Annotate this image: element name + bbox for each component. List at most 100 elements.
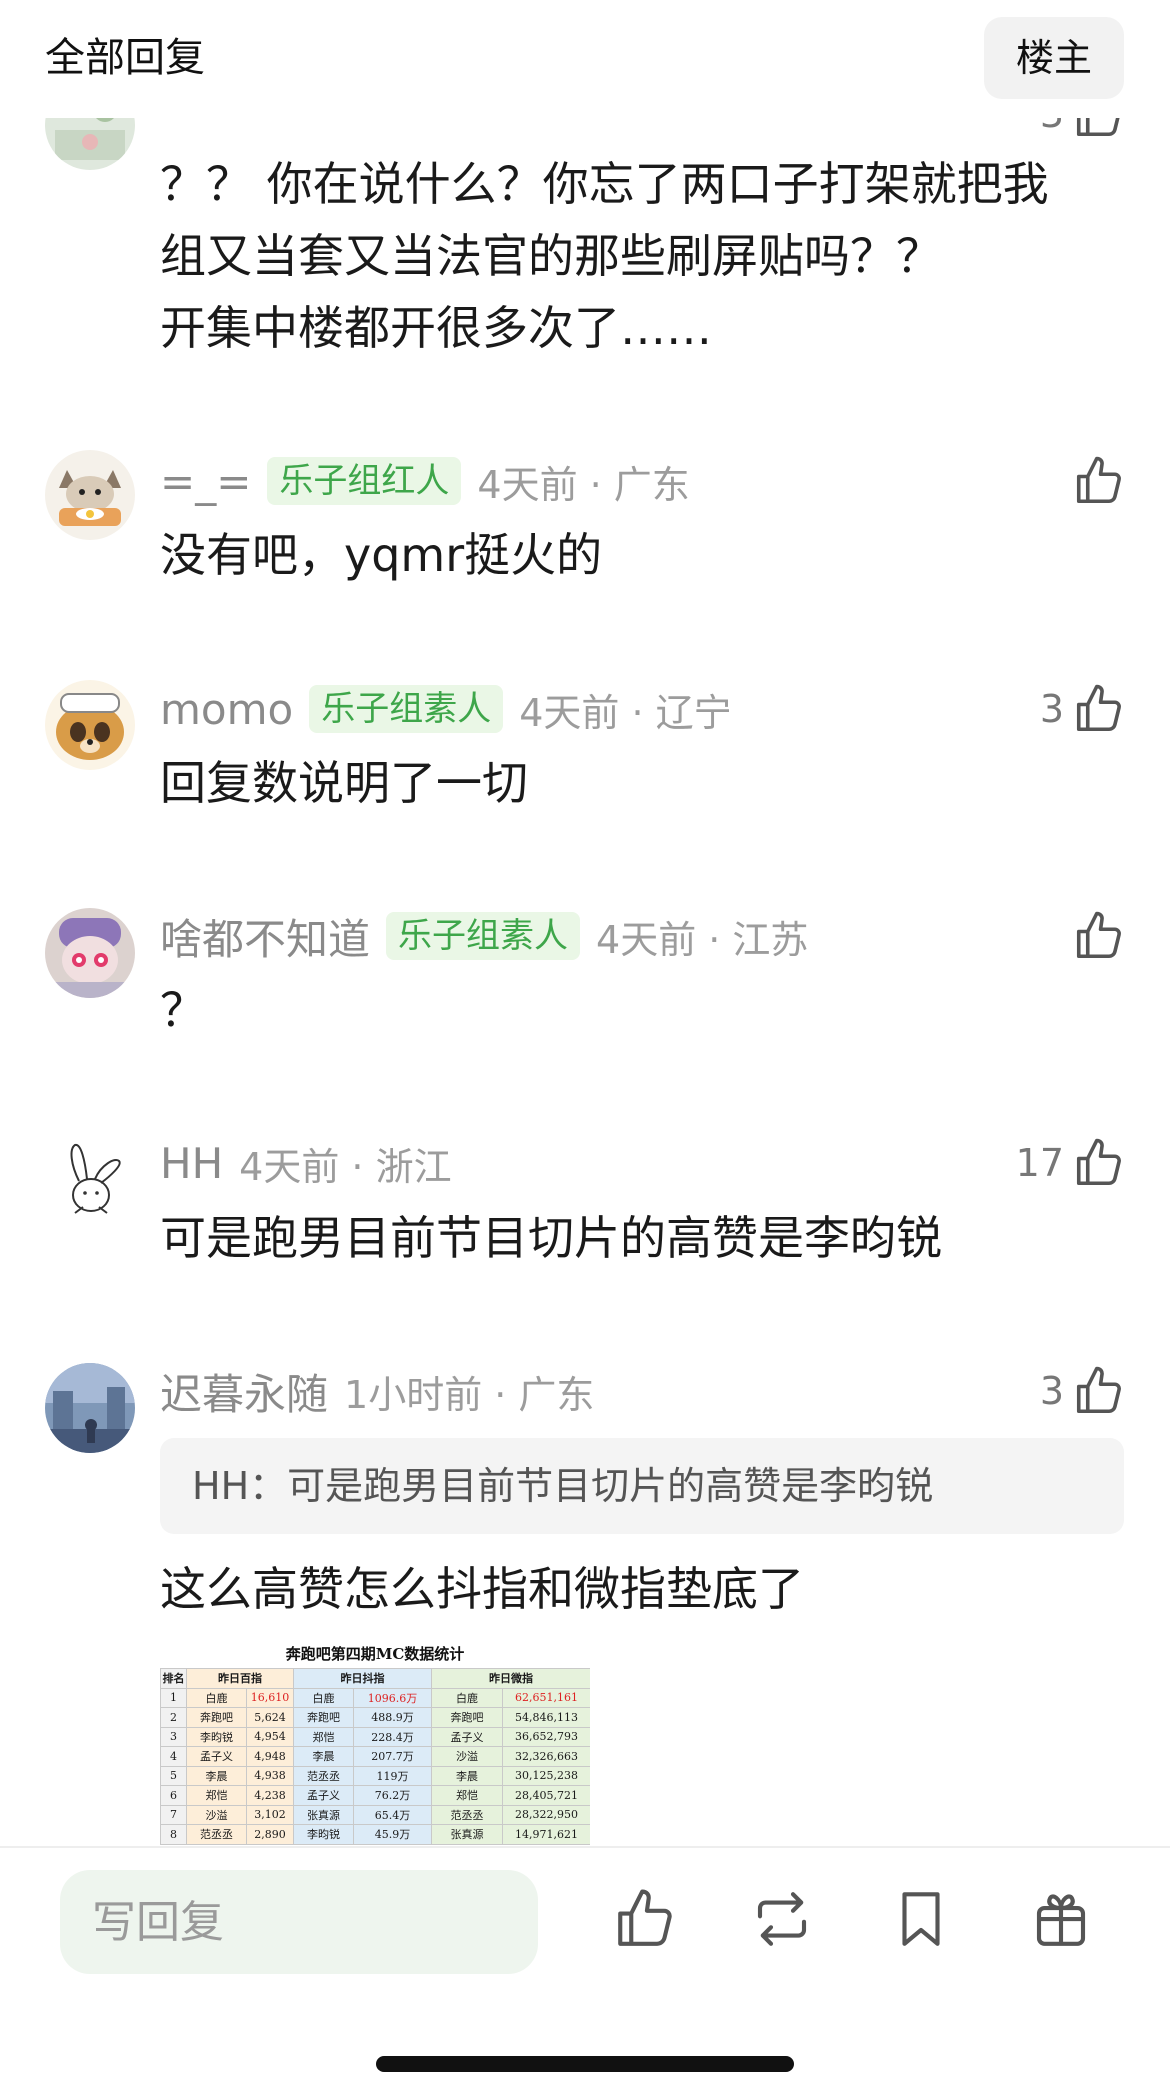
like-count: 3 <box>1039 1369 1064 1413</box>
table-cell: 李昀锐 <box>186 1726 247 1747</box>
table-cell: 李昀锐 <box>293 1824 354 1845</box>
like-area[interactable] <box>1064 908 1126 964</box>
comment-meta: =_= 乐子组红人 4天前 · 广东 <box>160 453 690 509</box>
page-title: 全部回复 <box>45 35 205 81</box>
owner-filter-button[interactable]: 楼主 <box>984 17 1124 99</box>
like-count: 3 <box>1039 687 1064 731</box>
table-cell: 3,102 <box>246 1804 294 1825</box>
table-cell: 45.9万 <box>353 1824 432 1845</box>
thumbs-up-icon[interactable] <box>1072 1364 1126 1418</box>
table-cell: 4,954 <box>246 1726 294 1747</box>
table-cell: 张真源 <box>293 1804 354 1825</box>
comment-meta: momo 乐子组素人 4天前 · 辽宁 <box>160 681 732 737</box>
username[interactable]: 啥都不知道 <box>160 906 370 967</box>
table-cell: 范丞丞 <box>431 1804 503 1825</box>
bottom-action-bar <box>0 1848 1170 2099</box>
table-row: 8 范丞丞 2,890 李昀锐 45.9万 张真源 14,971,621 <box>160 1824 590 1845</box>
image-title: 奔跑吧第四期MC数据统计 <box>285 1645 465 1663</box>
table-cell: 沙溢 <box>431 1746 503 1767</box>
comment-list: 3 ？？ 你在说什么？你忘了两口子打架就把我 组又当套又当法官的那些刷屏贴吗？？… <box>0 0 1170 1846</box>
table-cell: 范丞丞 <box>293 1765 354 1786</box>
table-cell: 228.4万 <box>353 1726 432 1747</box>
comment-text: 可是跑男目前节目切片的高赞是李昀锐 <box>160 1211 942 1265</box>
username[interactable]: HH <box>160 1139 223 1188</box>
like-icon[interactable] <box>612 1886 678 1952</box>
thumbs-up-icon[interactable] <box>1072 1136 1126 1190</box>
reply-input[interactable] <box>60 1870 538 1974</box>
table-row: 5 李晨 4,938 范丞丞 119万 李晨 30,125,238 <box>160 1765 590 1786</box>
table-cell: 3 <box>160 1726 187 1747</box>
username[interactable]: momo <box>160 685 293 734</box>
table-header: 昨日微指 <box>431 1668 590 1689</box>
avatar[interactable] <box>45 680 135 770</box>
comment-text: ？ <box>160 983 206 1037</box>
table-header: 排名 <box>160 1668 187 1689</box>
table-cell: 207.7万 <box>353 1746 432 1767</box>
stats-table: 排名 昨日百指 昨日抖指 昨日微指 1 白鹿 16,610 白鹿 1096.6万 白鹿 62… <box>160 1668 590 1845</box>
table-cell: 沙溢 <box>186 1804 247 1825</box>
table-cell: 54,846,113 <box>502 1707 590 1728</box>
table-cell: 4,238 <box>246 1785 294 1806</box>
table-cell: 2,890 <box>246 1824 294 1845</box>
time-location: 4天前 · 江苏 <box>596 917 809 962</box>
table-cell: 5 <box>160 1765 187 1786</box>
table-cell: 62,651,161 <box>502 1687 590 1708</box>
home-indicator[interactable] <box>376 2056 794 2072</box>
user-badge: 乐子组素人 <box>309 685 504 733</box>
user-badge: 乐子组素人 <box>386 912 581 960</box>
table-cell: 28,322,950 <box>502 1804 590 1825</box>
comment-meta: HH 4天前 · 浙江 <box>160 1135 452 1191</box>
table-cell: 32,326,663 <box>502 1746 590 1767</box>
table-cell: 30,125,238 <box>502 1765 590 1786</box>
comment-text-line: 开集中楼都开很多次了…… <box>160 301 712 355</box>
table-cell: 4,938 <box>246 1765 294 1786</box>
table-cell: 36,652,793 <box>502 1726 590 1747</box>
table-header: 昨日百指 <box>186 1668 294 1689</box>
avatar[interactable] <box>45 1135 135 1225</box>
table-cell: 14,971,621 <box>502 1824 590 1845</box>
table-cell: 4,948 <box>246 1746 294 1767</box>
time-location: 1小时前 · 广东 <box>344 1372 595 1417</box>
table-cell: 孟子义 <box>186 1746 247 1767</box>
table-cell: 李晨 <box>431 1765 503 1786</box>
time-location: 4天前 · 广东 <box>477 462 690 507</box>
comment-text: 这么高赞怎么抖指和微指垫底了 <box>160 1562 804 1616</box>
table-cell: 8 <box>160 1824 187 1845</box>
username[interactable]: =_= <box>160 457 251 506</box>
like-area[interactable] <box>1064 453 1126 509</box>
table-cell: 奔跑吧 <box>293 1707 354 1728</box>
time-location: 4天前 · 浙江 <box>239 1144 452 1189</box>
avatar[interactable] <box>45 908 135 998</box>
like-area[interactable]: 17 <box>1016 1135 1126 1191</box>
table-cell: 郑恺 <box>293 1726 354 1747</box>
table-row: 6 郑恺 4,238 孟子义 76.2万 郑恺 28,405,721 <box>160 1785 590 1806</box>
comment-text-line: 组又当套又当法官的那些刷屏贴吗？？ <box>160 229 942 283</box>
comment-text: 没有吧，yqmr挺火的 <box>160 528 603 582</box>
like-area[interactable]: 3 <box>1040 681 1126 737</box>
bookmark-icon[interactable] <box>888 1886 954 1952</box>
table-cell: 65.4万 <box>353 1804 432 1825</box>
table-cell: 郑恺 <box>186 1785 247 1806</box>
thumbs-up-icon[interactable] <box>1072 682 1126 736</box>
username[interactable]: 迟暮永随 <box>160 1361 328 1422</box>
table-cell: 1 <box>160 1687 187 1708</box>
avatar[interactable] <box>45 1363 135 1453</box>
avatar[interactable] <box>45 450 135 540</box>
table-cell: 李晨 <box>186 1765 247 1786</box>
like-count: 17 <box>1015 1141 1064 1185</box>
repost-icon[interactable] <box>749 1886 815 1952</box>
table-cell: 7 <box>160 1804 187 1825</box>
table-cell: 奔跑吧 <box>186 1707 247 1728</box>
thumbs-up-icon[interactable] <box>1072 909 1126 963</box>
gift-icon[interactable] <box>1028 1886 1094 1952</box>
like-area[interactable]: 3 <box>1040 1363 1126 1419</box>
quoted-reply[interactable]: HH：可是跑男目前节目切片的高赞是李昀锐 <box>160 1438 1124 1534</box>
attached-image[interactable]: 奔跑吧第四期MC数据统计 排名 昨日百指 昨日抖指 昨日微指 1 白鹿 16,610… <box>160 1640 590 1846</box>
table-cell: 119万 <box>353 1765 432 1786</box>
table-cell: 孟子义 <box>293 1785 354 1806</box>
thumbs-up-icon[interactable] <box>1072 454 1126 508</box>
table-cell: 白鹿 <box>186 1687 247 1708</box>
table-cell: 488.9万 <box>353 1707 432 1728</box>
comment-meta: 迟暮永随 1小时前 · 广东 <box>160 1363 594 1419</box>
table-header-row: 排名 昨日百指 昨日抖指 昨日微指 <box>160 1668 590 1689</box>
